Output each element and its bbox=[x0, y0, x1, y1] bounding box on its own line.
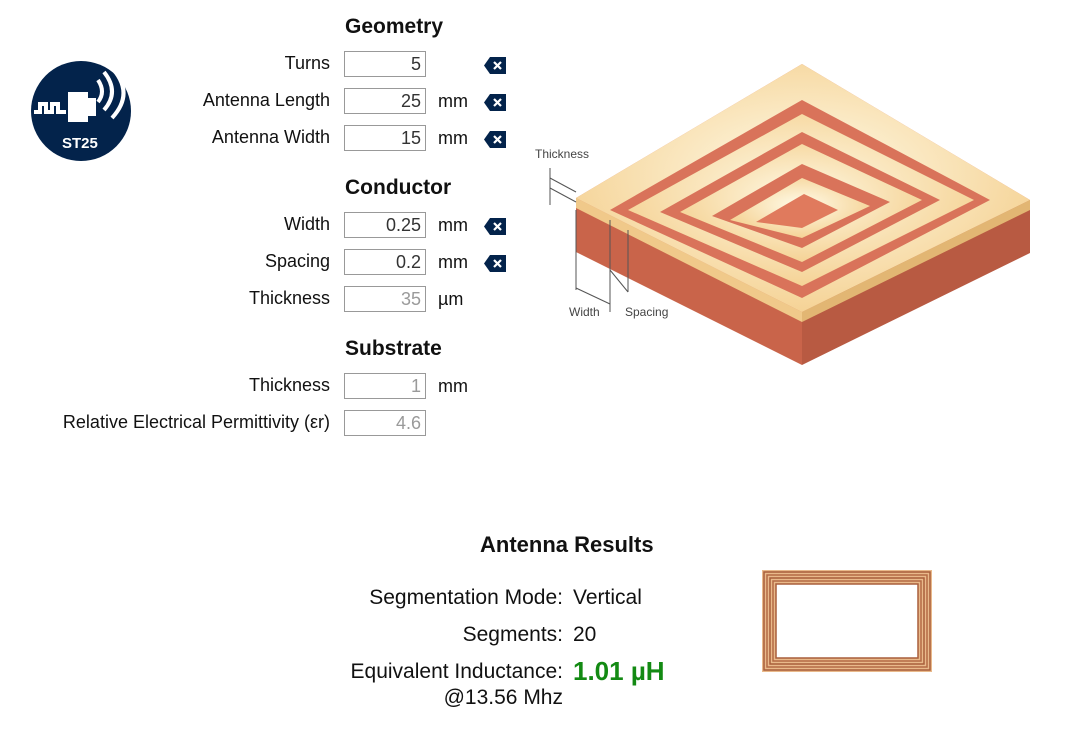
segments-value: 20 bbox=[573, 623, 597, 646]
substrate-thickness-label: Thickness bbox=[248, 375, 330, 395]
clear-conductor-width-icon[interactable] bbox=[484, 218, 506, 235]
inductance-label: Equivalent Inductance: bbox=[350, 660, 563, 683]
substrate-thickness-unit: mm bbox=[438, 376, 468, 396]
inductance-value: 1.01 µH bbox=[573, 656, 665, 686]
antenna-width-input[interactable]: 15 bbox=[344, 125, 426, 151]
results-heading: Antenna Results bbox=[480, 532, 654, 557]
clear-conductor-spacing-icon[interactable] bbox=[484, 255, 506, 272]
permittivity-label: Relative Electrical Permittivity (εr) bbox=[62, 412, 330, 432]
antenna-preview bbox=[762, 570, 932, 672]
segmentation-mode-label: Segmentation Mode: bbox=[369, 586, 563, 609]
conductor-width-unit: mm bbox=[438, 215, 468, 235]
antenna-length-label: Antenna Length bbox=[202, 90, 330, 110]
conductor-thickness-unit: µm bbox=[438, 289, 464, 309]
antenna-length-input[interactable]: 25 bbox=[344, 88, 426, 114]
clear-turns-icon[interactable] bbox=[484, 57, 506, 74]
clear-antenna-width-icon[interactable] bbox=[484, 131, 506, 148]
conductor-heading: Conductor bbox=[345, 176, 452, 199]
antenna-length-unit: mm bbox=[438, 91, 468, 111]
conductor-thickness-input[interactable]: 35 bbox=[344, 286, 426, 312]
geometry-heading: Geometry bbox=[345, 15, 444, 38]
turns-label: Turns bbox=[284, 53, 330, 73]
clear-antenna-length-icon[interactable] bbox=[484, 94, 506, 111]
segments-label: Segments: bbox=[462, 623, 563, 646]
substrate-thickness-input[interactable]: 1 bbox=[344, 373, 426, 399]
diagram-width-label: Width bbox=[569, 305, 600, 319]
antenna-3d-diagram: Thickness Width Spacing bbox=[530, 60, 1040, 370]
conductor-spacing-input[interactable]: 0.2 bbox=[344, 249, 426, 275]
antenna-width-unit: mm bbox=[438, 128, 468, 148]
conductor-width-input[interactable]: 0.25 bbox=[344, 212, 426, 238]
substrate-heading: Substrate bbox=[345, 337, 442, 360]
segmentation-mode-value: Vertical bbox=[573, 586, 642, 609]
conductor-spacing-unit: mm bbox=[438, 252, 468, 272]
inductance-frequency: @13.56 Mhz bbox=[443, 686, 563, 709]
conductor-spacing-label: Spacing bbox=[264, 251, 330, 271]
permittivity-input[interactable]: 4.6 bbox=[344, 410, 426, 436]
diagram-thickness-label: Thickness bbox=[535, 147, 590, 161]
turns-input[interactable]: 5 bbox=[344, 51, 426, 77]
diagram-spacing-label: Spacing bbox=[625, 305, 669, 319]
conductor-width-label: Width bbox=[283, 214, 330, 234]
antenna-width-label: Antenna Width bbox=[211, 127, 330, 147]
conductor-thickness-label: Thickness bbox=[248, 288, 330, 308]
